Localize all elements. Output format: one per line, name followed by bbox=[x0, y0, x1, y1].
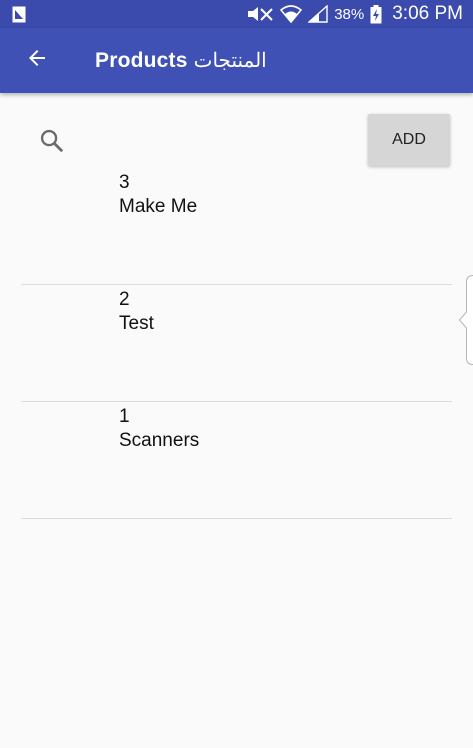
app-bar: Products المنتجات bbox=[0, 28, 473, 93]
search-icon[interactable] bbox=[38, 127, 66, 155]
list-item[interactable]: 3 Make Me bbox=[21, 168, 452, 285]
product-list: 3 Make Me 2 Test 1 Scanners bbox=[21, 168, 452, 519]
status-bar: 38% 3:06 PM bbox=[0, 0, 473, 28]
list-item[interactable]: 1 Scanners bbox=[21, 402, 452, 519]
page-title: Products المنتجات bbox=[95, 48, 267, 73]
edge-panel-handle[interactable] bbox=[458, 275, 473, 365]
battery-charging-icon bbox=[370, 4, 382, 24]
product-name: Scanners bbox=[119, 430, 200, 451]
battery-percent: 38% bbox=[334, 5, 365, 23]
search-input[interactable] bbox=[80, 123, 354, 159]
wifi-icon bbox=[280, 5, 303, 23]
signal-icon bbox=[308, 5, 328, 23]
clock: 3:06 PM bbox=[392, 3, 463, 24]
search-row: ADD bbox=[0, 93, 473, 173]
product-name: Make Me bbox=[119, 196, 198, 217]
page-title-en: Products bbox=[95, 49, 188, 72]
mute-icon bbox=[246, 5, 274, 23]
page-title-ar: المنتجات bbox=[193, 50, 267, 72]
list-item[interactable]: 2 Test bbox=[21, 285, 452, 402]
add-button[interactable]: ADD bbox=[368, 114, 450, 166]
back-button[interactable] bbox=[12, 36, 62, 86]
arrow-back-icon bbox=[25, 46, 49, 75]
product-name: Test bbox=[119, 313, 154, 334]
product-number: 3 bbox=[119, 172, 130, 193]
product-number: 1 bbox=[119, 406, 130, 427]
sim-card-icon bbox=[12, 6, 26, 23]
product-number: 2 bbox=[119, 289, 130, 310]
